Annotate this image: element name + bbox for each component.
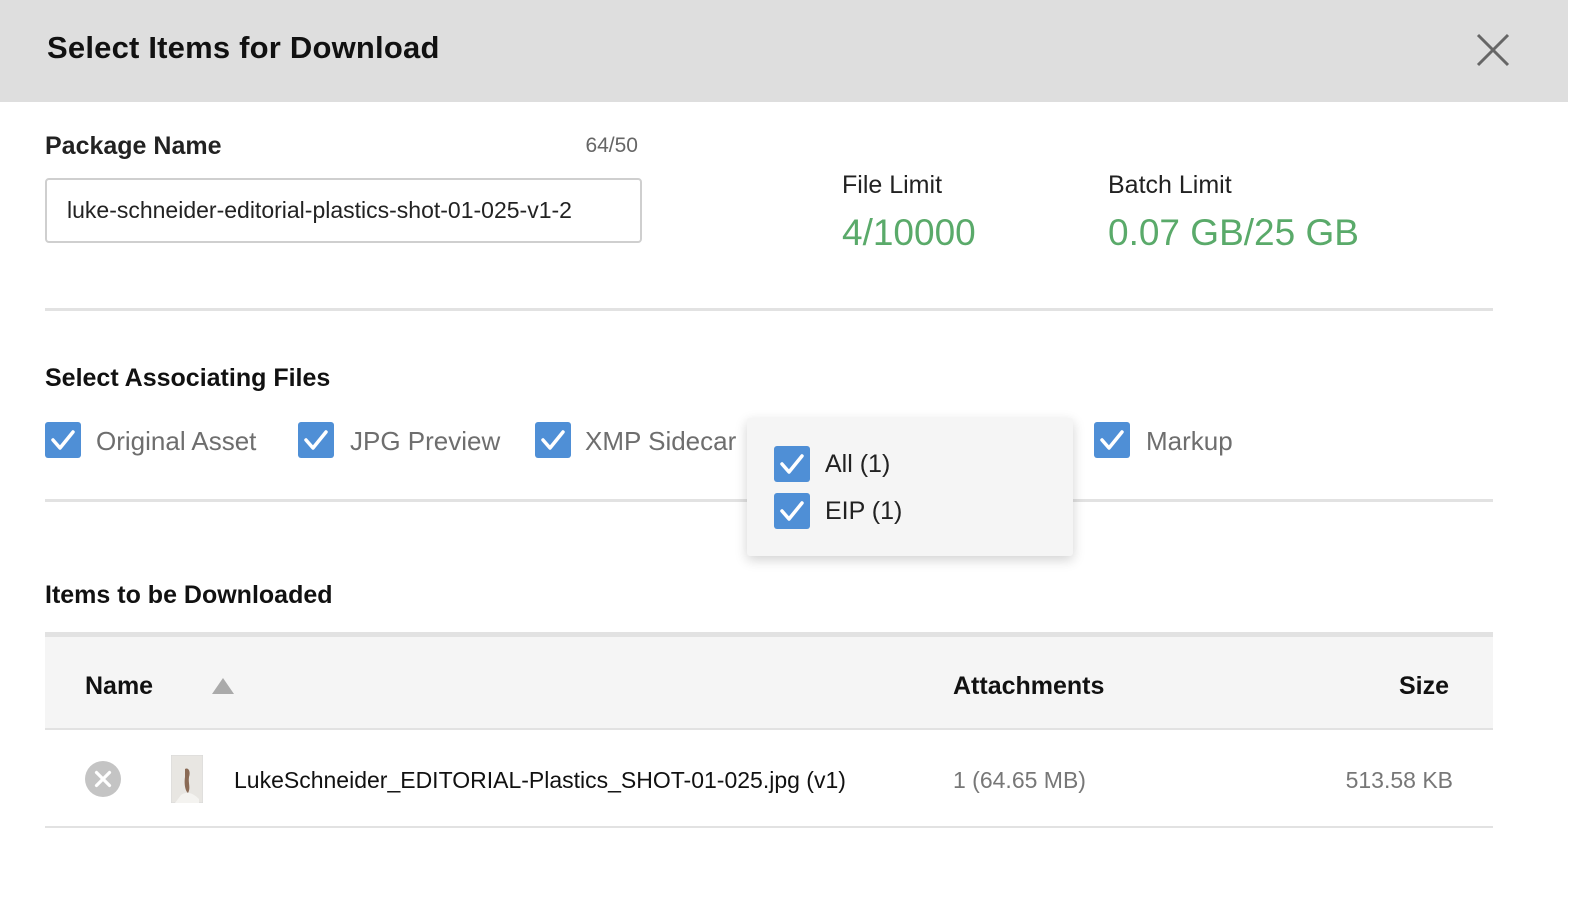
remove-circle-icon[interactable] [84,760,122,798]
batch-limit-value: 0.07 GB/25 GB [1108,212,1359,253]
all-option-label: All (1) [825,450,891,478]
close-icon [1476,33,1510,67]
divider [45,308,1493,311]
dialog-header: Select Items for Download [0,0,1568,102]
package-name-label: Package Name [45,132,222,160]
eip-option-label: EIP (1) [825,497,903,525]
file-limit-label: File Limit [842,171,943,199]
jpg-preview-label: JPG Preview [350,426,501,456]
original-asset-checkbox[interactable] [45,422,81,458]
file-limit-value: 4/10000 [842,212,976,253]
column-attachments[interactable]: Attachments [953,672,1104,701]
checkmark-icon [780,454,804,474]
package-name-char-count: 64/50 [585,134,638,157]
column-size[interactable]: Size [1399,672,1449,701]
image-thumbnail [171,755,203,803]
table-row: LukeSchneider_EDITORIAL-Plastics_SHOT-01… [45,730,1493,828]
all-checkbox[interactable] [774,446,810,482]
jpg-preview-checkbox[interactable] [298,422,334,458]
table-header: Name Attachments Size [45,632,1493,730]
column-name[interactable]: Name [85,672,153,701]
xmp-sidecar-checkbox[interactable] [535,422,571,458]
checkmark-icon [780,501,804,521]
markup-label: Markup [1146,426,1233,456]
item-size: 513.58 KB [1345,767,1453,793]
items-title: Items to be Downloaded [45,581,333,609]
close-button[interactable] [1470,27,1516,73]
associating-files-title: Select Associating Files [45,364,331,392]
original-asset-label: Original Asset [96,426,257,456]
markup-checkbox[interactable] [1094,422,1130,458]
checkmark-icon [541,430,565,450]
batch-limit-label: Batch Limit [1108,171,1232,199]
checkmark-icon [51,430,75,450]
xmp-sidecar-label: XMP Sidecar [585,426,737,456]
item-attachments: 1 (64.65 MB) [953,767,1086,793]
sort-ascending-icon[interactable] [211,677,235,695]
checkmark-icon [304,430,328,450]
attachment-type-dropdown: All (1) EIP (1) [747,418,1073,556]
checkmark-icon [1100,430,1124,450]
eip-checkbox[interactable] [774,493,810,529]
package-name-input[interactable] [45,178,642,243]
dialog-title: Select Items for Download [47,30,440,65]
item-file-name: LukeSchneider_EDITORIAL-Plastics_SHOT-01… [234,767,846,793]
